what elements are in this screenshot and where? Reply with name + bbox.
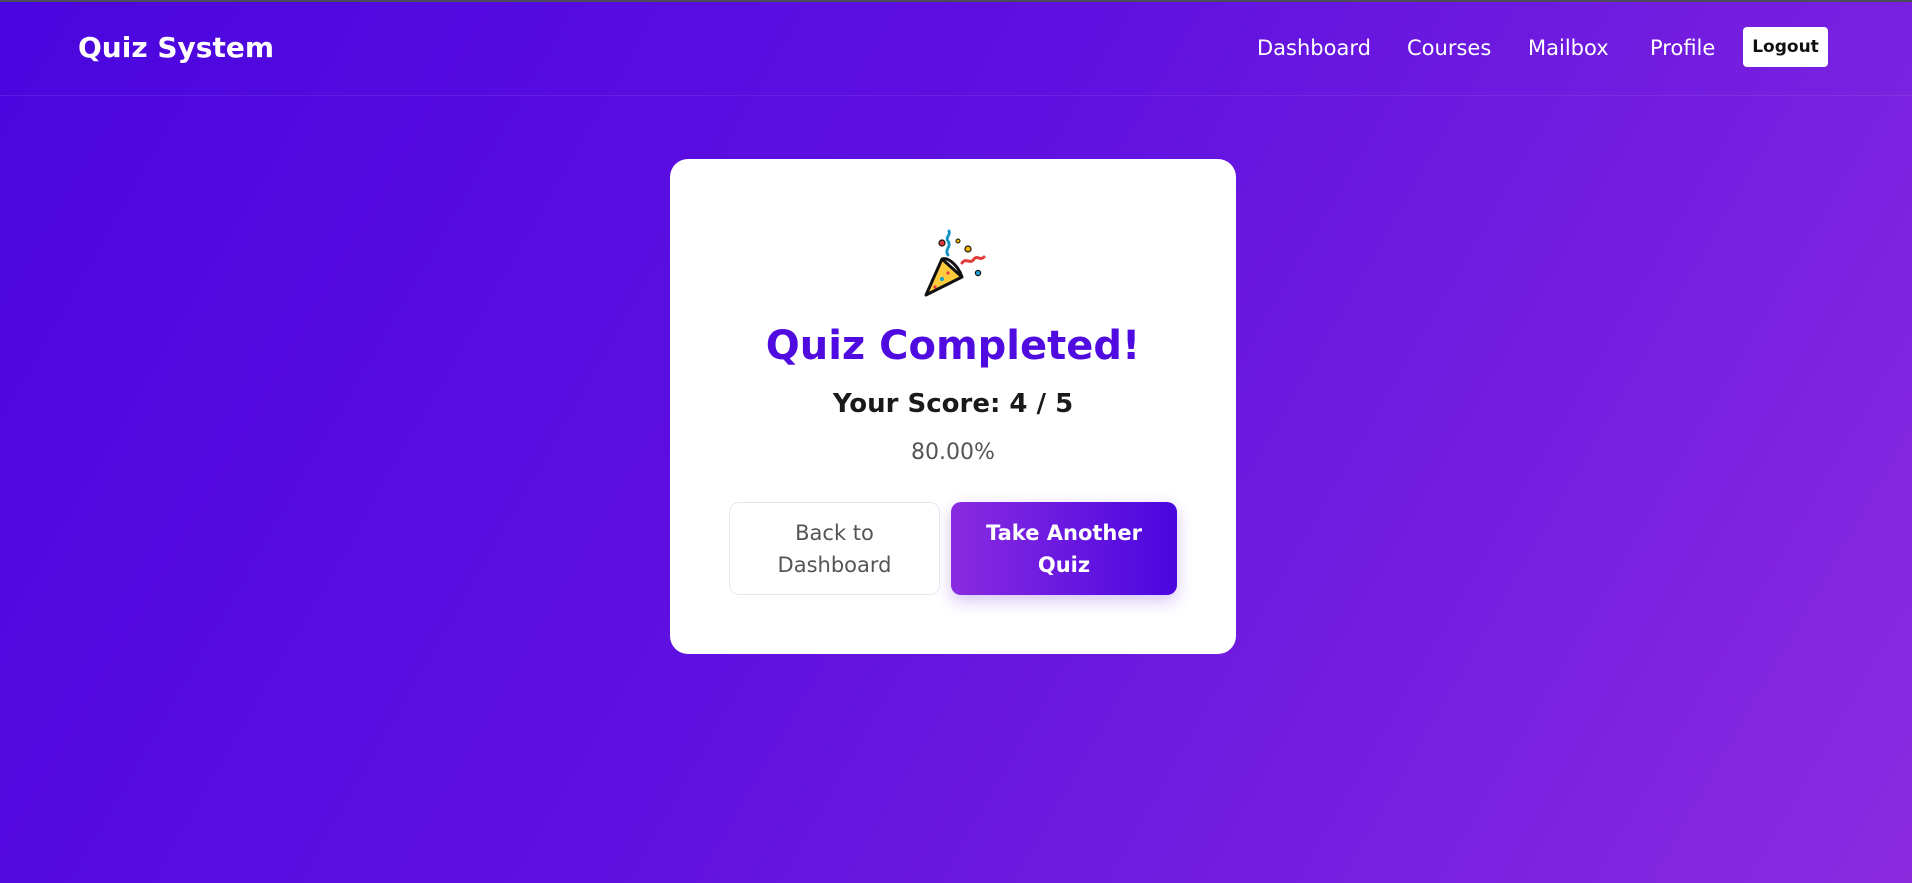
logout-button[interactable]: Logout xyxy=(1743,27,1828,67)
back-to-dashboard-button[interactable]: Back to Dashboard xyxy=(729,502,940,595)
quiz-result-card: Quiz Completed! Your Score: 4 / 5 80.00%… xyxy=(670,159,1236,654)
nav-profile[interactable]: Profile xyxy=(1650,36,1715,60)
score-percent: 80.00% xyxy=(911,440,995,465)
nav-dashboard[interactable]: Dashboard xyxy=(1257,36,1371,60)
party-popper-icon xyxy=(918,229,990,301)
take-another-quiz-button[interactable]: Take Another Quiz xyxy=(951,502,1177,595)
nav-mailbox[interactable]: Mailbox xyxy=(1528,36,1609,60)
quiz-completed-title: Quiz Completed! xyxy=(765,323,1141,369)
top-navbar: Quiz System Dashboard Courses Mailbox Pr… xyxy=(0,2,1912,96)
nav-courses[interactable]: Courses xyxy=(1407,36,1491,60)
brand-logo[interactable]: Quiz System xyxy=(78,31,274,64)
score-text: Your Score: 4 / 5 xyxy=(832,389,1074,419)
